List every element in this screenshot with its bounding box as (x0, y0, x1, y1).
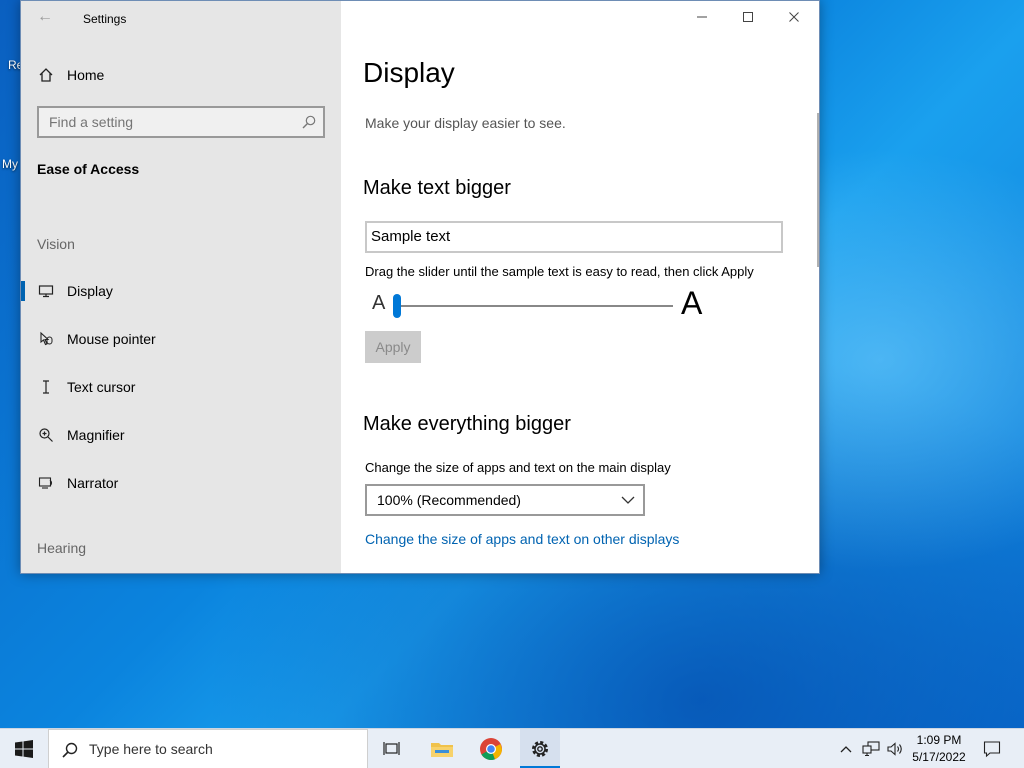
network-button[interactable] (860, 729, 882, 768)
settings-taskbar-button[interactable] (520, 729, 560, 768)
scale-instruction: Change the size of apps and text on the … (365, 460, 671, 475)
settings-search-input[interactable] (39, 108, 323, 136)
sidebar-item-narrator[interactable]: Narrator (21, 463, 341, 503)
folder-icon (431, 743, 453, 757)
action-center-button[interactable] (978, 729, 1006, 768)
sidebar-item-text-cursor[interactable]: Text cursor (21, 367, 341, 407)
text-size-slider-thumb[interactable] (393, 294, 401, 318)
start-button[interactable] (0, 729, 48, 768)
settings-window: ← Settings Home Ease of Access Vision Di… (20, 0, 820, 574)
section-label-vision: Vision (37, 236, 75, 252)
section-heading-everything-bigger: Make everything bigger (363, 413, 571, 435)
page-title: Display (363, 57, 455, 88)
show-hidden-icons-button[interactable] (836, 729, 856, 768)
chrome-button[interactable] (471, 729, 511, 768)
settings-search-field[interactable] (37, 106, 325, 138)
text-size-slider[interactable] (399, 305, 673, 307)
section-label-hearing: Hearing (37, 540, 87, 556)
mouse-pointer-icon (37, 330, 55, 348)
close-icon (789, 12, 799, 22)
chevron-up-icon (840, 746, 852, 753)
search-icon (62, 742, 78, 758)
minimize-icon (697, 16, 707, 18)
monitor-icon (37, 282, 55, 300)
home-icon (37, 66, 55, 84)
text-cursor-icon (37, 378, 55, 396)
desktop-icon-label-mycomputer[interactable]: My (2, 157, 18, 171)
volume-button[interactable] (884, 729, 906, 768)
taskbar-clock[interactable]: 1:09 PM 5/17/2022 (906, 732, 972, 766)
gear-icon (532, 741, 548, 757)
sidebar-item-label: Display (67, 283, 113, 299)
sidebar-item-magnifier[interactable]: Magnifier (21, 415, 341, 455)
apply-button[interactable]: Apply (365, 331, 421, 363)
sidebar-item-mouse-pointer[interactable]: Mouse pointer (21, 319, 341, 359)
slider-small-a-label: A (372, 292, 386, 314)
sidebar-item-home[interactable]: Home (21, 55, 341, 95)
windows-logo-icon (15, 740, 33, 758)
slider-big-a-label: A (681, 285, 703, 321)
content-scrollbar[interactable] (817, 113, 819, 267)
clock-time: 1:09 PM (916, 733, 962, 747)
maximize-button[interactable] (725, 1, 771, 33)
chrome-icon (480, 738, 502, 760)
minimize-button[interactable] (679, 1, 725, 33)
back-button[interactable]: ← (33, 7, 57, 29)
taskbar: Type here to search 1:09 PM 5/17/2022 (0, 728, 1024, 768)
scale-dropdown-value: 100% (Recommended) (377, 492, 521, 508)
other-displays-link[interactable]: Change the size of apps and text on othe… (365, 531, 679, 547)
sidebar-item-label: Magnifier (67, 427, 125, 443)
category-title: Ease of Access (37, 161, 140, 177)
section-heading-text-bigger: Make text bigger (363, 177, 511, 199)
page-subtitle: Make your display easier to see. (365, 115, 566, 131)
file-explorer-button[interactable] (422, 729, 462, 768)
window-title: Settings (83, 12, 127, 26)
narrator-icon (37, 474, 55, 492)
text-size-instruction: Drag the slider until the sample text is… (365, 264, 754, 279)
sidebar-item-label: Narrator (67, 475, 119, 491)
magnifier-icon (37, 426, 55, 444)
taskbar-search-placeholder: Type here to search (89, 741, 213, 757)
scale-dropdown[interactable]: 100% (Recommended) (365, 484, 645, 516)
sidebar-item-label: Home (67, 67, 105, 83)
back-arrow-icon: ← (37, 8, 53, 25)
main-content: Display Make your display easier to see.… (341, 1, 819, 573)
network-icon (862, 741, 880, 757)
task-view-button[interactable] (372, 729, 412, 768)
sidebar: ← Settings Home Ease of Access Vision Di… (21, 1, 341, 573)
sidebar-item-label: Text cursor (67, 379, 136, 395)
sidebar-item-display[interactable]: Display (21, 271, 341, 311)
speaker-icon (887, 742, 902, 756)
chevron-down-icon (621, 496, 635, 504)
sample-text-preview: Sample text (365, 221, 783, 253)
task-view-icon (383, 742, 400, 755)
notification-icon (983, 741, 1001, 758)
close-button[interactable] (771, 1, 817, 33)
search-icon[interactable] (301, 114, 317, 130)
taskbar-search-box[interactable]: Type here to search (48, 729, 368, 768)
maximize-icon (743, 12, 753, 22)
sidebar-item-label: Mouse pointer (67, 331, 156, 347)
clock-date: 5/17/2022 (912, 750, 966, 764)
